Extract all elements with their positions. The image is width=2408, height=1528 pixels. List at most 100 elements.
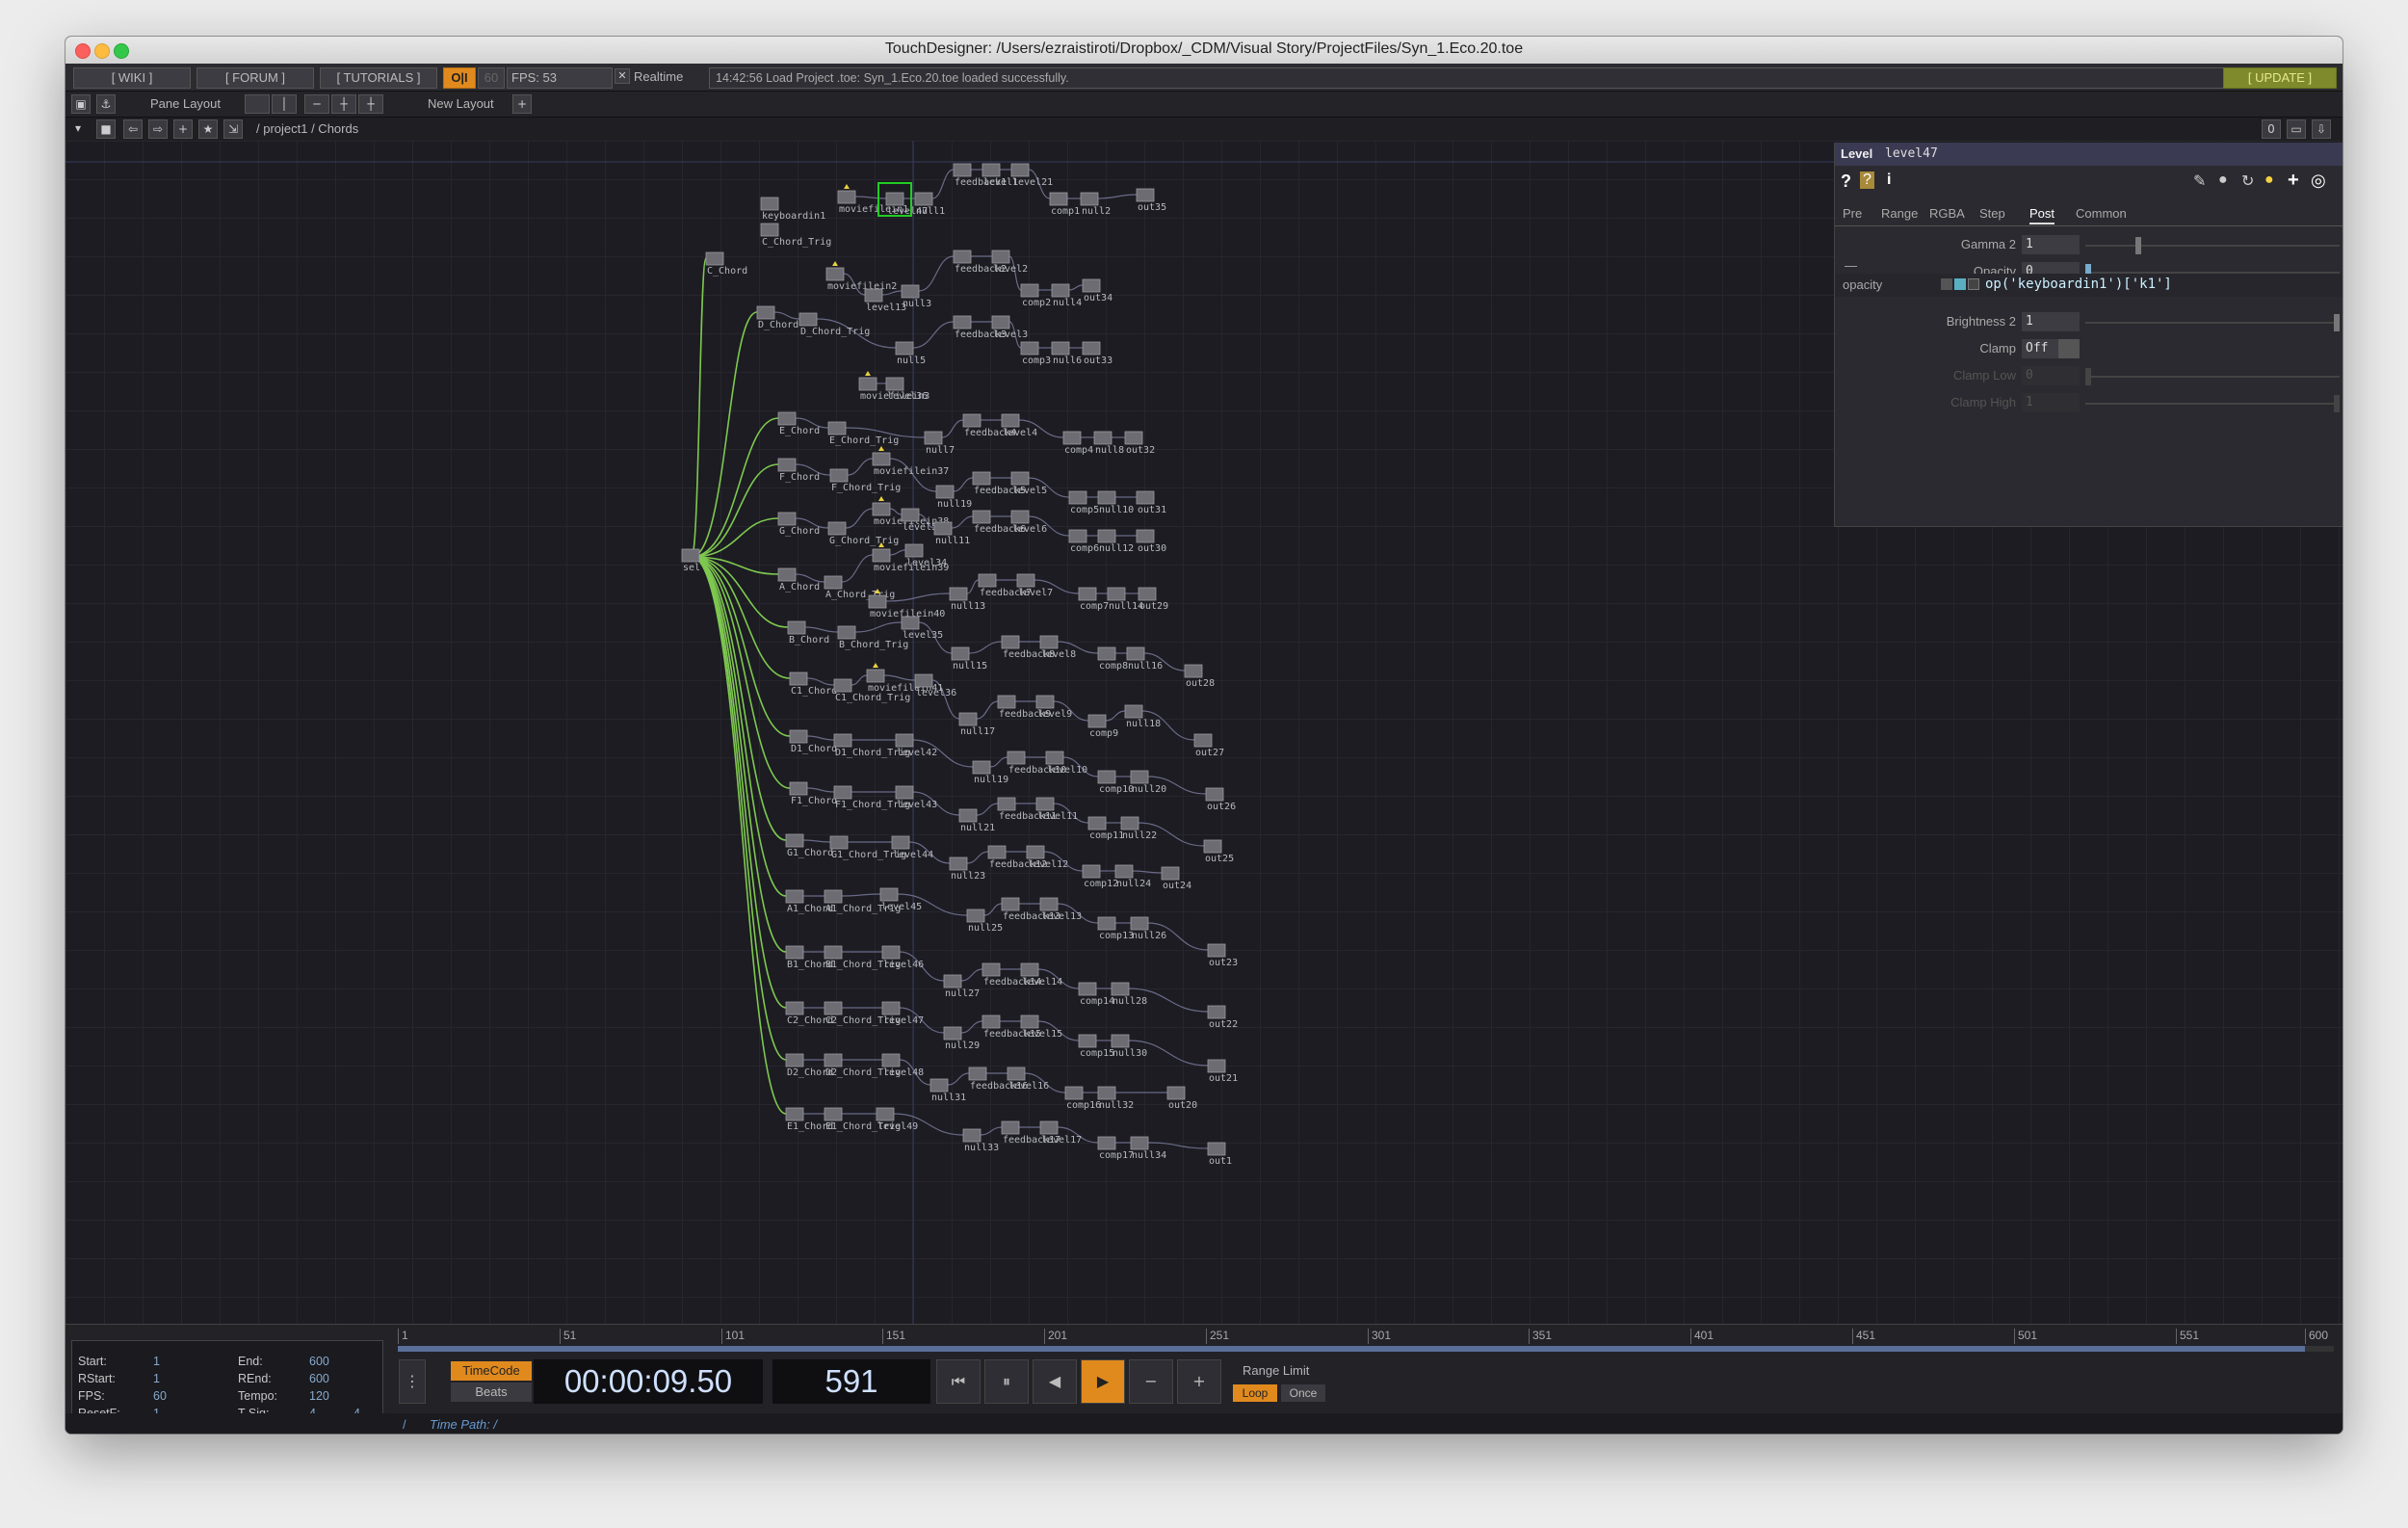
beats-tab[interactable]: Beats xyxy=(451,1383,532,1402)
network-node[interactable]: comp9 xyxy=(1087,714,1118,739)
network-node[interactable]: null24 xyxy=(1114,864,1151,889)
network-node[interactable]: level14 xyxy=(1020,962,1062,988)
tab-range[interactable]: Range xyxy=(1881,206,1918,221)
network-node[interactable]: level13 xyxy=(864,288,906,313)
network-node[interactable]: null8 xyxy=(1093,431,1124,456)
network-node[interactable]: null10 xyxy=(1097,490,1134,515)
network-node[interactable]: level8 xyxy=(1039,635,1076,660)
network-node[interactable]: level5 xyxy=(1010,471,1047,496)
network-node[interactable]: null14 xyxy=(1107,587,1143,612)
clamp-toggle[interactable] xyxy=(2058,339,2080,358)
network-node[interactable]: level35 xyxy=(901,616,943,641)
network-node[interactable]: null6 xyxy=(1051,341,1082,366)
rstart-value[interactable]: 1 xyxy=(153,1372,160,1385)
network-node[interactable]: out23 xyxy=(1207,943,1238,968)
network-node[interactable]: comp2 xyxy=(1020,283,1051,308)
layout-single-icon[interactable] xyxy=(245,94,270,114)
up-arrow-icon[interactable]: ⇲ xyxy=(223,119,243,139)
param-slider[interactable] xyxy=(2085,395,2340,412)
network-node[interactable]: null30 xyxy=(1111,1034,1147,1059)
param-value-field[interactable]: 1 xyxy=(2022,393,2080,412)
home-icon[interactable]: + xyxy=(173,119,193,139)
network-node[interactable]: D1_Chord xyxy=(789,729,837,754)
timeline-options-icon[interactable]: ⋮ xyxy=(399,1359,426,1404)
chevron-down-icon[interactable]: ▾ xyxy=(69,119,87,137)
network-node[interactable]: level34 xyxy=(904,543,947,568)
network-node[interactable]: moviefilein2 xyxy=(825,261,897,292)
param-value-field[interactable]: 1 xyxy=(2022,312,2080,331)
network-node[interactable]: out1 xyxy=(1207,1142,1232,1167)
loop-button[interactable]: Loop xyxy=(1233,1384,1277,1402)
network-node[interactable]: keyboardin1 xyxy=(760,197,825,222)
network-node[interactable]: null33 xyxy=(962,1128,999,1153)
network-node[interactable]: level45 xyxy=(879,887,922,912)
forward-icon[interactable]: ⇨ xyxy=(148,119,168,139)
network-node[interactable]: out28 xyxy=(1184,664,1215,689)
forum-button[interactable]: [ FORUM ] xyxy=(196,67,314,89)
op-name-field[interactable]: level47 xyxy=(1885,146,1938,161)
network-node[interactable]: B_Chord_Trig xyxy=(837,625,908,650)
network-node[interactable]: level13 xyxy=(1039,897,1082,922)
network-node[interactable]: null22 xyxy=(1120,816,1157,841)
frame-display[interactable]: 591 xyxy=(772,1359,930,1404)
network-node[interactable]: null21 xyxy=(958,808,995,833)
play-reverse-button[interactable]: ◀ xyxy=(1033,1359,1077,1404)
network-node[interactable]: level6 xyxy=(1010,510,1047,535)
network-node[interactable]: level16 xyxy=(1007,1067,1049,1092)
param-value-field[interactable]: Off xyxy=(2022,339,2060,358)
network-node[interactable]: level10 xyxy=(1045,751,1087,776)
network-node[interactable]: null12 xyxy=(1097,529,1134,554)
network-node[interactable]: comp10 xyxy=(1097,770,1134,795)
network-node[interactable]: comp7 xyxy=(1078,587,1109,612)
network-node[interactable]: C_Chord_Trig xyxy=(760,223,831,248)
image-icon[interactable]: ▣ xyxy=(71,94,91,114)
timecode-display[interactable]: 00:00:09.50 xyxy=(534,1359,763,1404)
go-to-start-button[interactable]: ⏮ xyxy=(936,1359,981,1404)
param-slider[interactable] xyxy=(2085,237,2340,254)
network-node[interactable]: comp3 xyxy=(1020,341,1051,366)
anchor-icon[interactable]: ⚓ xyxy=(96,94,116,114)
network-node[interactable]: comp4 xyxy=(1062,431,1093,456)
python-icon[interactable]: ● xyxy=(2264,171,2274,189)
network-node[interactable]: level9 xyxy=(1035,695,1072,720)
comment-icon[interactable]: ● xyxy=(2218,171,2228,189)
network-node[interactable]: out34 xyxy=(1082,278,1112,303)
python-help-icon[interactable]: ? xyxy=(1860,171,1874,189)
network-node[interactable]: out25 xyxy=(1203,839,1234,864)
network-node[interactable]: level3 xyxy=(991,315,1028,340)
network-node[interactable]: null7 xyxy=(924,431,955,456)
layout-split-horizontal-icon[interactable]: ─ xyxy=(304,94,329,114)
network-node[interactable]: null31 xyxy=(929,1078,966,1103)
network-node[interactable]: level48 xyxy=(881,1053,924,1078)
network-node[interactable]: out33 xyxy=(1082,341,1112,366)
network-node[interactable]: comp5 xyxy=(1068,490,1099,515)
network-node[interactable]: out31 xyxy=(1136,490,1166,515)
param-slider[interactable] xyxy=(2085,368,2340,385)
expr-toggle-icon[interactable] xyxy=(1968,278,1979,290)
tutorials-button[interactable]: [ TUTORIALS ] xyxy=(320,67,437,89)
rend-value[interactable]: 600 xyxy=(309,1372,329,1385)
network-node[interactable]: level2 xyxy=(991,250,1028,275)
play-forward-button[interactable]: ▶ xyxy=(1081,1359,1125,1404)
network-node[interactable]: out29 xyxy=(1138,587,1168,612)
network-node[interactable]: comp11 xyxy=(1087,816,1124,841)
network-node[interactable]: null4 xyxy=(1051,283,1082,308)
network-path[interactable]: / project1 / Chords xyxy=(256,121,358,136)
slider-handle[interactable] xyxy=(2334,314,2340,331)
network-node[interactable]: null34 xyxy=(1130,1136,1166,1161)
network-node[interactable]: level4 xyxy=(1001,413,1037,438)
param-slider[interactable] xyxy=(2085,314,2340,331)
help-icon[interactable]: ? xyxy=(1841,171,1851,192)
layout-triple-icon[interactable]: ┼ xyxy=(331,94,356,114)
pencil-icon[interactable]: ✎ xyxy=(2193,171,2206,191)
tab-post[interactable]: Post xyxy=(2029,206,2055,224)
network-node[interactable]: null2 xyxy=(1080,192,1111,217)
network-node[interactable]: out30 xyxy=(1136,529,1166,554)
layout-split-vertical-icon[interactable]: │ xyxy=(272,94,297,114)
network-node[interactable]: level36 xyxy=(885,377,928,402)
timeline-ruler[interactable]: 1 51 101 151 201 251 301 351 401 451 501 551 600 xyxy=(398,1329,2334,1346)
network-node[interactable]: B_Chord xyxy=(787,620,829,645)
network-node[interactable]: null25 xyxy=(966,909,1003,934)
oi-button[interactable]: O|I xyxy=(443,67,476,89)
network-node[interactable]: level11 xyxy=(1035,797,1078,822)
